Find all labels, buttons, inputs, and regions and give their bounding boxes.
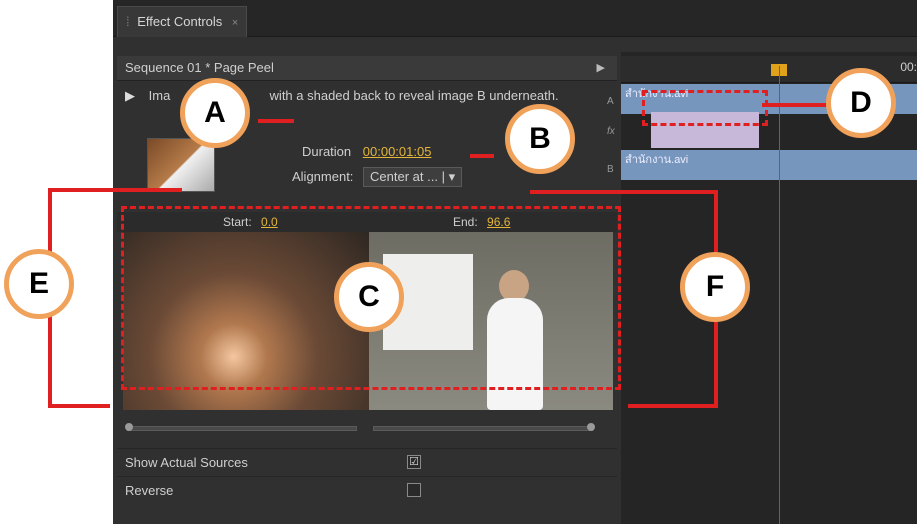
- alignment-row: Alignment: Center at ... | ▾: [292, 167, 463, 187]
- clip-b-name: สำนักงาน.avi: [625, 154, 689, 166]
- arrow-e-bottom: [48, 404, 110, 408]
- fx-icon: fx: [607, 126, 615, 137]
- end-slider-knob[interactable]: [587, 423, 595, 431]
- tab-bar: ⁞ Effect Controls ×: [113, 0, 917, 37]
- play-arrow-icon[interactable]: ▶: [597, 56, 605, 80]
- sequence-title: Sequence 01 * Page Peel: [125, 60, 274, 75]
- alignment-label: Alignment:: [292, 169, 354, 184]
- arrow-e-top: [48, 188, 182, 192]
- annotation-b: B: [505, 104, 575, 174]
- tab-title: Effect Controls: [137, 14, 223, 29]
- annotation-f: F: [680, 252, 750, 322]
- annotation-e: E: [4, 249, 74, 319]
- show-actual-sources-checkbox[interactable]: ☑: [407, 455, 421, 469]
- annotation-a: A: [180, 78, 250, 148]
- playhead-line[interactable]: [779, 66, 780, 524]
- arrow-d: [762, 103, 826, 107]
- tab-effect-controls[interactable]: ⁞ Effect Controls ×: [117, 6, 248, 37]
- play-icon[interactable]: ▶: [125, 88, 135, 103]
- chevron-down-icon: | ▾: [441, 169, 456, 184]
- show-actual-sources-row: Show Actual Sources ☑: [117, 448, 617, 477]
- show-actual-sources-label: Show Actual Sources: [125, 455, 248, 470]
- alignment-dropdown[interactable]: Center at ... | ▾: [363, 167, 463, 187]
- reverse-label: Reverse: [125, 483, 174, 498]
- close-icon[interactable]: ×: [232, 17, 238, 29]
- arrow-f-top: [530, 190, 718, 194]
- duration-value[interactable]: 00:00:01:05: [363, 144, 432, 159]
- track-b-label: B: [607, 164, 614, 175]
- duration-label: Duration: [302, 144, 352, 159]
- annotation-d: D: [826, 68, 896, 138]
- clip-b[interactable]: สำนักงาน.avi: [621, 150, 917, 180]
- start-slider-knob[interactable]: [125, 423, 133, 431]
- description-rest: with a shaded back to reveal image B und…: [269, 88, 559, 103]
- duration-row: Duration 00:00:01:05: [302, 144, 431, 159]
- annotation-box-transition: [642, 90, 768, 126]
- timecode: 00:: [900, 60, 917, 74]
- grip-icon[interactable]: ⁞: [126, 14, 130, 29]
- reverse-row: Reverse: [117, 476, 617, 505]
- sequence-header[interactable]: Sequence 01 * Page Peel ▶: [117, 56, 617, 81]
- alignment-value: Center at ...: [370, 169, 438, 184]
- start-slider[interactable]: [127, 426, 357, 431]
- arrow-a: [258, 119, 294, 123]
- description-start: Ima: [148, 88, 171, 103]
- arrow-f-bottom: [628, 404, 718, 408]
- track-a-label: A: [607, 96, 614, 107]
- end-slider[interactable]: [373, 426, 593, 431]
- reverse-checkbox[interactable]: [407, 483, 421, 497]
- annotation-c: C: [334, 262, 404, 332]
- arrow-b: [470, 154, 494, 158]
